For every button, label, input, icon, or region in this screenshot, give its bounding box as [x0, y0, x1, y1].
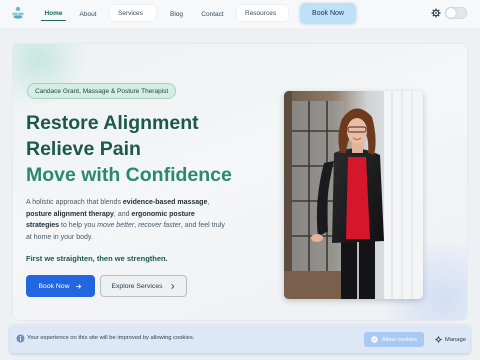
headline-line-3: Move with Confidence — [26, 164, 232, 186]
theme-toggle[interactable] — [445, 7, 467, 19]
manage-cookies-button[interactable]: Manage — [435, 332, 466, 347]
allow-cookies-button[interactable]: Allow cookies — [364, 332, 424, 347]
desc-text: A holistic approach that blends — [26, 199, 123, 206]
headline-line-2: Relieve Pain — [26, 138, 141, 160]
nav-services-label: Services — [118, 9, 143, 17]
desc-italic: recover faster — [138, 222, 181, 229]
desc-bold: posture alignment therapy — [26, 210, 114, 218]
desc-bold: evidence-based massage — [122, 199, 208, 206]
toggle-knob — [446, 8, 456, 18]
therapist-badge: Candace Grant, Massage & Posture Therapi… — [27, 83, 177, 99]
cookie-message: Your experience on this site will be imp… — [27, 335, 195, 341]
chevron-down-icon — [147, 12, 148, 14]
gear-icon — [435, 336, 442, 343]
nav-resources-dropdown[interactable]: Resources — [237, 5, 288, 21]
therapist-portrait — [284, 91, 423, 299]
nav-about[interactable]: About — [78, 7, 98, 21]
arrow-right-icon — [76, 283, 82, 289]
hero-tagline: First we straighten, then we strengthen. — [26, 254, 168, 263]
desc-text: to help you — [59, 222, 98, 229]
chevron-right-icon — [170, 283, 174, 289]
explore-services-label: Explore Services — [111, 282, 163, 290]
desc-italic: move better — [97, 222, 135, 229]
nav-blog[interactable]: Blog — [168, 7, 185, 21]
book-now-nav-button[interactable]: Book Now — [300, 3, 356, 23]
nav-contact[interactable]: Contact — [200, 7, 225, 21]
desc-text: , — [207, 199, 210, 206]
nav-services-dropdown[interactable]: Services — [110, 5, 156, 21]
explore-services-button[interactable]: Explore Services — [100, 275, 187, 297]
hero-section: Candace Grant, Massage & Posture Therapi… — [13, 44, 467, 320]
logo-icon[interactable] — [11, 6, 25, 20]
check-icon — [371, 336, 378, 343]
nav-resources-label: Resources — [245, 9, 277, 17]
top-navigation: Home About Services Blog Contact Resourc… — [0, 0, 480, 28]
gear-icon[interactable] — [431, 8, 441, 18]
info-icon — [16, 334, 25, 343]
headline-line-1: Restore Alignment — [26, 112, 199, 134]
book-now-button[interactable]: Book Now — [26, 275, 95, 297]
manage-cookies-label: Manage — [445, 336, 466, 343]
book-now-label: Book Now — [38, 282, 70, 290]
cookie-banner: Your experience on this site will be imp… — [10, 325, 470, 353]
desc-text: , and — [113, 210, 132, 218]
allow-cookies-label: Allow cookies — [381, 336, 418, 343]
nav-home[interactable]: Home — [41, 7, 66, 21]
hero-description: A holistic approach that blends evidence… — [26, 197, 226, 243]
